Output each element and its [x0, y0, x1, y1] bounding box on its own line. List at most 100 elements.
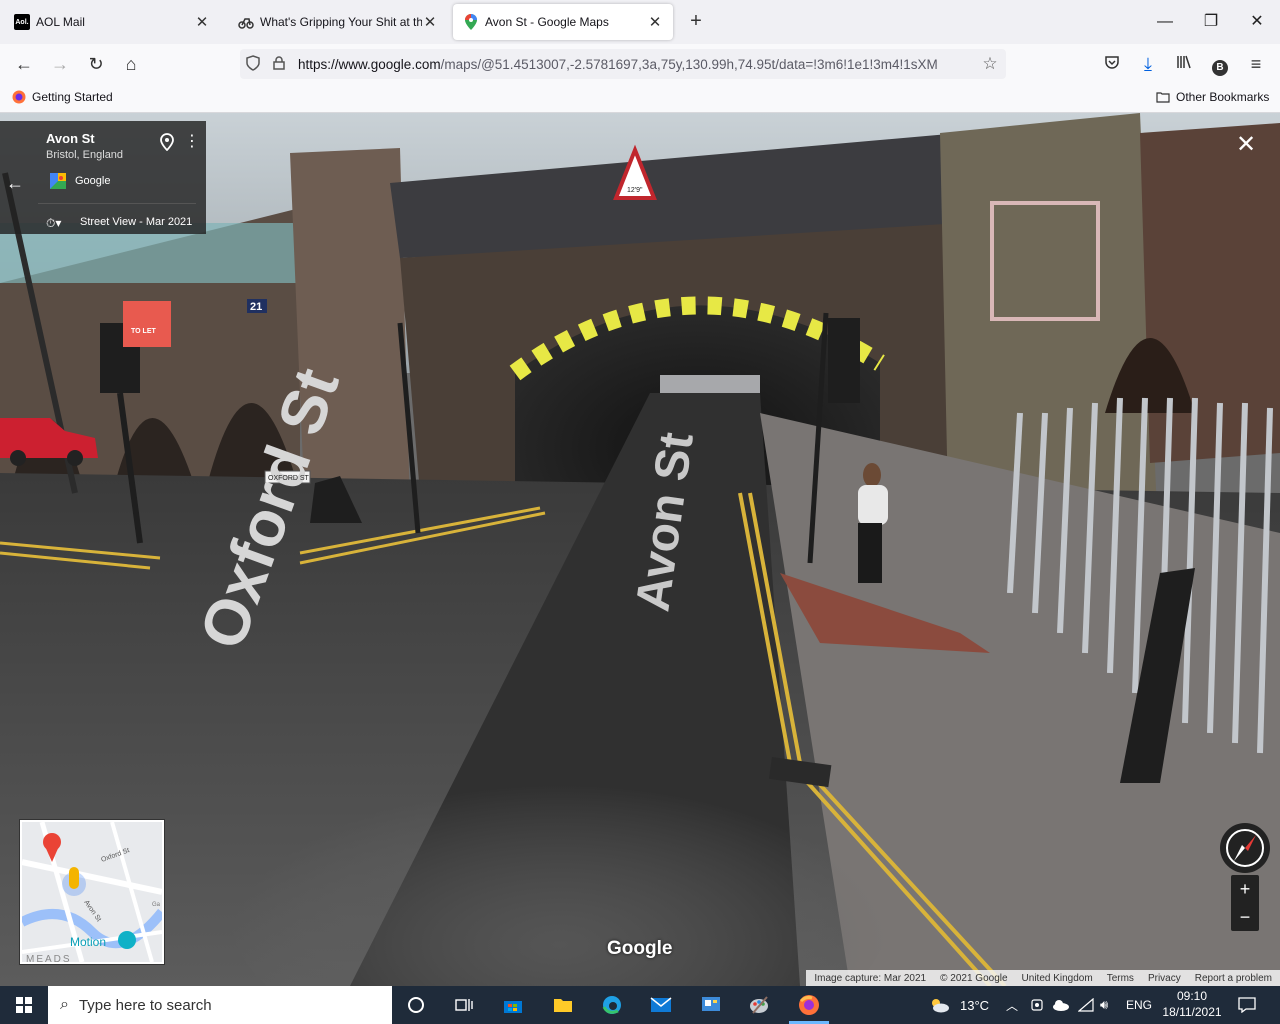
navigation-toolbar: ← → ↻ ⌂ https://www.google.com/maps/@51.… [0, 44, 1280, 84]
meet-now-icon[interactable] [1030, 986, 1044, 1024]
minimize-button[interactable]: — [1150, 8, 1180, 36]
report-problem-link[interactable]: Report a problem [1195, 973, 1272, 984]
downloads-icon[interactable]: ⤓ [1134, 50, 1162, 78]
zoom-controls: + − [1231, 875, 1259, 931]
minimap[interactable]: Oxford St Avon St Motion MEADS Ga [20, 820, 164, 964]
task-view-icon[interactable] [449, 990, 479, 1020]
compass-icon [1226, 829, 1264, 867]
system-clock[interactable]: 09:10 18/11/2021 [1160, 988, 1224, 1020]
tab-title: Avon St - Google Maps [485, 15, 609, 29]
file-explorer-icon[interactable] [548, 990, 578, 1020]
wifi-icon[interactable] [1078, 986, 1094, 1024]
cloudy-weather-icon [932, 999, 949, 1013]
paint-icon[interactable] [744, 990, 774, 1020]
taskbar-search-box[interactable]: ⌕ Type here to search [48, 986, 392, 1024]
close-tab-icon[interactable]: ✕ [647, 13, 663, 31]
image-provider: Google [75, 175, 111, 187]
store-icon[interactable] [498, 990, 528, 1020]
account-avatar[interactable]: B [1206, 50, 1234, 78]
windows-logo-icon [16, 997, 32, 1013]
to-let-sign-text: TO LET [131, 328, 156, 335]
minimap-label-motion: Motion [70, 935, 106, 949]
reload-button[interactable]: ↻ [82, 50, 110, 78]
minimap-map-image: Oxford St Avon St Motion MEADS Ga [22, 822, 162, 962]
language-code: ENG [1126, 998, 1153, 1012]
image-capture-date: Image capture: Mar 2021 [814, 972, 927, 984]
place-region: Bristol, England [46, 149, 124, 161]
search-icon: ⌕ [60, 996, 69, 1013]
notifications-icon[interactable] [1238, 986, 1256, 1024]
url-bar[interactable]: https://www.google.com/maps/@51.4513007,… [240, 49, 1006, 79]
edge-icon[interactable] [597, 990, 627, 1020]
new-tab-button[interactable]: + [684, 10, 708, 34]
number-21-sign-text: 21 [250, 301, 262, 313]
minimap-label-ga: Ga [152, 902, 161, 908]
terms-link[interactable]: Terms [1107, 973, 1134, 984]
bookmark-getting-started[interactable]: Getting Started [12, 90, 113, 104]
bookmark-other[interactable]: Other Bookmarks [1156, 90, 1269, 104]
firefox-taskbar-icon[interactable] [794, 990, 824, 1020]
clock-date: 18/11/2021 [1162, 1005, 1222, 1019]
tab-title: AOL Mail [36, 15, 85, 29]
attribution-footer: Image capture: Mar 2021 © 2021 Google Un… [806, 970, 1280, 986]
volume-icon[interactable]: 🔊︎ [1100, 986, 1108, 1024]
minimap-label-meads: MEADS [26, 954, 72, 962]
close-tab-icon[interactable]: ✕ [194, 13, 210, 31]
zoom-out-button[interactable]: − [1231, 903, 1259, 931]
street-view-panorama[interactable]: Oxford St Avon St TO LET 21 OXFORD ST 12… [0, 113, 1280, 986]
location-pin-icon[interactable] [160, 133, 174, 151]
oxford-st-sign-text: OXFORD ST [268, 475, 310, 482]
compass-control[interactable] [1220, 823, 1270, 873]
folder-icon [1156, 92, 1170, 103]
privacy-link[interactable]: Privacy [1148, 973, 1181, 984]
temperature: 13°C [960, 997, 990, 1013]
back-button[interactable]: ← [10, 50, 38, 78]
clock-time: 09:10 [1176, 989, 1208, 1003]
tab-aol-mail[interactable]: Aol. AOL Mail ✕ [4, 4, 220, 40]
google-maps-logo-icon [50, 173, 66, 189]
windows-taskbar: ⌕ Type here to search 13°C ︿ 🔊︎ ENG 09:1… [0, 986, 1280, 1024]
height-limit-sign-text: 12'9" [627, 187, 643, 194]
street-view-info-card: ← Avon St Bristol, England ⋮ Google ⏱▾ S… [0, 121, 206, 234]
tab-google-maps[interactable]: Avon St - Google Maps ✕ [453, 4, 673, 40]
input-language[interactable]: ENG [1126, 986, 1152, 1024]
library-icon[interactable] [1170, 50, 1198, 78]
lock-icon[interactable] [266, 55, 292, 73]
weather-widget[interactable]: 13°C [928, 986, 989, 1024]
tab-strip: Aol. AOL Mail ✕ What's Gripping Your Shi… [0, 0, 1280, 44]
bookmark-label: Other Bookmarks [1176, 90, 1270, 104]
maximize-button[interactable]: ❐ [1196, 8, 1226, 36]
chevron-up-icon: ︿ [1006, 998, 1019, 1013]
more-options-icon[interactable]: ⋮ [184, 131, 200, 151]
url-host: https://www.google.com [298, 56, 441, 72]
forward-button[interactable]: → [46, 50, 74, 78]
motorbike-icon [238, 14, 254, 30]
tracking-protection-icon[interactable] [240, 54, 266, 74]
pocket-icon[interactable] [1098, 50, 1126, 78]
url-text[interactable]: https://www.google.com/maps/@51.4513007,… [292, 57, 974, 72]
onedrive-icon[interactable] [1052, 986, 1070, 1024]
copyright-text: © 2021 Google [940, 972, 1008, 984]
bookmark-label: Getting Started [32, 90, 113, 104]
zoom-in-button[interactable]: + [1231, 875, 1259, 903]
show-hidden-icons-button[interactable]: ︿ [1006, 986, 1018, 1024]
menu-hamburger-icon[interactable]: ≡ [1242, 50, 1270, 78]
start-button[interactable] [0, 986, 48, 1024]
back-arrow-icon[interactable]: ← [6, 173, 24, 194]
aol-icon: Aol. [14, 14, 30, 30]
close-street-view-button[interactable]: ✕ [1234, 133, 1258, 157]
street-scene-image: Oxford St Avon St TO LET 21 OXFORD ST 12… [0, 113, 1280, 986]
home-button[interactable]: ⌂ [117, 50, 145, 78]
time-travel-icon[interactable]: ⏱▾ [46, 216, 61, 231]
close-window-button[interactable]: ✕ [1242, 8, 1272, 36]
region-link[interactable]: United Kingdom [1022, 973, 1093, 984]
bookmark-star-icon[interactable]: ☆ [974, 54, 1006, 74]
mail-icon[interactable] [646, 990, 676, 1020]
place-name: Avon St [46, 131, 95, 146]
control-panel-icon[interactable] [696, 990, 726, 1020]
avatar-initial: B [1212, 60, 1228, 76]
cortana-icon[interactable] [401, 990, 431, 1020]
tab-gripping[interactable]: What's Gripping Your Shit at the ✕ [228, 4, 448, 40]
close-tab-icon[interactable]: ✕ [422, 13, 438, 31]
maps-pin-icon [463, 14, 479, 30]
